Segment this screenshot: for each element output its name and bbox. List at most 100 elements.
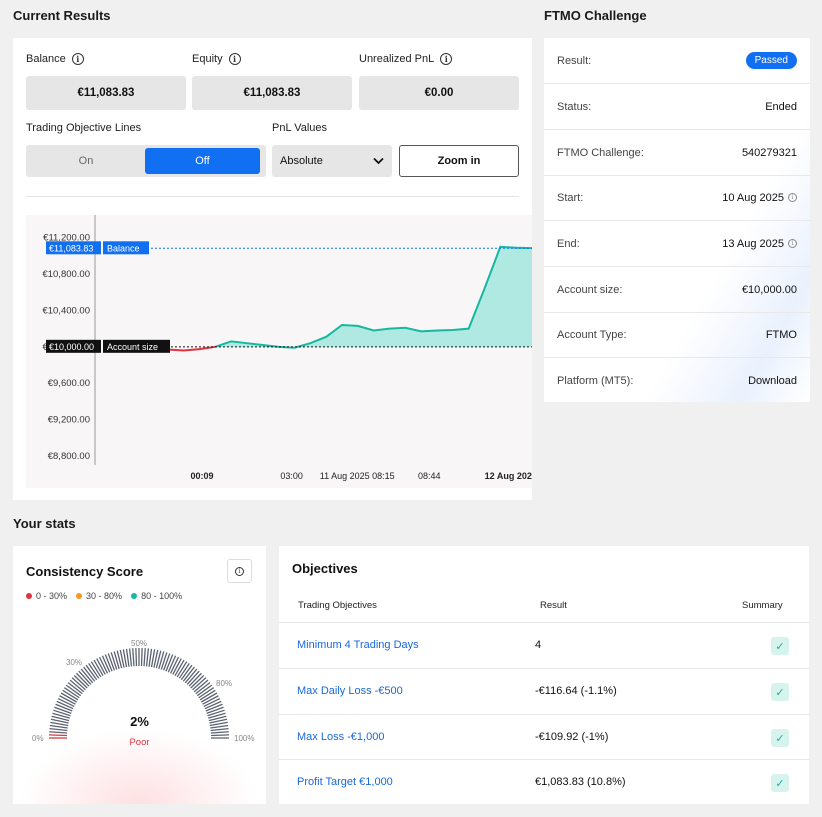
objective-link-max-daily-loss[interactable]: Max Daily Loss -€500 — [297, 685, 403, 697]
current-results-card: Balance i €11,083.83 Equity i €11,083.83… — [13, 38, 532, 500]
x-tick-label: 11 Aug 2025 08:15 — [320, 471, 395, 481]
unrealized-label-group: Unrealized PnL i — [359, 53, 453, 65]
objective-link-max-loss[interactable]: Max Loss -€1,000 — [297, 731, 384, 743]
consistency-card: Consistency Score i 0 - 30% 30 - 80% 80 … — [13, 546, 266, 804]
check-icon: ✓ — [771, 637, 789, 655]
gauge-label-80: 80% — [216, 679, 232, 688]
y-tick-label: €9,600.00 — [48, 378, 90, 389]
x-tick-label: 12 Aug 2025 0 — [485, 471, 532, 481]
gauge-tick — [148, 648, 153, 667]
objective-link-min-days[interactable]: Minimum 4 Trading Days — [297, 639, 419, 651]
gauge-tick — [210, 734, 229, 737]
ftmo-card: Result: Passed Status: Ended FTMO Challe… — [544, 38, 810, 402]
ftmo-row-challenge: FTMO Challenge: 540279321 — [544, 130, 810, 176]
ftmo-row-end: End: 13 Aug 2025 i — [544, 221, 810, 267]
check-icon: ✓ — [771, 729, 789, 747]
balance-label: Balance — [26, 53, 66, 65]
gauge-tick — [145, 648, 150, 667]
check-icon: ✓ — [771, 683, 789, 701]
objective-lines-label: Trading Objective Lines — [26, 122, 142, 134]
chevron-down-icon — [373, 157, 384, 165]
x-tick-label: 08:44 — [418, 471, 441, 481]
account-size-tag-value: €10,000.00 — [49, 342, 94, 352]
objective-result: 4 — [535, 639, 542, 651]
pnl-chart: €11,200.00€10,800.00€10,400.00€10,000.00… — [26, 215, 532, 488]
start-value-group: 10 Aug 2025 i — [722, 192, 797, 204]
status-value: Ended — [765, 100, 797, 113]
orange-dot-icon — [76, 593, 83, 599]
info-icon[interactable]: i — [228, 53, 241, 65]
gauge-tick — [125, 648, 130, 667]
legend-item-mid: 30 - 80% — [76, 591, 122, 601]
account-size-value: €10,000.00 — [741, 283, 797, 296]
y-tick-label: €8,800.00 — [48, 451, 90, 462]
y-tick-label: €9,200.00 — [48, 415, 90, 426]
check-icon: ✓ — [771, 774, 789, 792]
objective-lines-toggle: On Off — [26, 145, 266, 177]
info-icon[interactable]: i — [440, 53, 453, 65]
status-key: Status: — [557, 100, 592, 113]
result-key: Result: — [557, 54, 592, 67]
toggle-off-button[interactable]: Off — [145, 148, 260, 174]
current-results-title: Current Results — [13, 8, 111, 23]
gauge-tick — [49, 731, 68, 734]
end-key: End: — [557, 237, 580, 250]
platform-download-link[interactable]: Download — [748, 375, 797, 387]
pnl-values-selected: Absolute — [280, 155, 323, 167]
gauge-tick — [135, 648, 138, 667]
equity-value: €11,083.83 — [192, 76, 352, 110]
gauge-tick — [132, 648, 135, 667]
unrealized-pnl-label: Unrealized PnL — [359, 53, 435, 65]
x-tick-label: 00:09 — [191, 471, 214, 481]
ftmo-row-account-size: Account size: €10,000.00 — [544, 267, 810, 313]
pnl-values-label: PnL Values — [272, 122, 328, 134]
your-stats-title: Your stats — [13, 516, 76, 531]
consistency-info-button[interactable]: i — [227, 559, 252, 583]
gauge-label-30: 30% — [66, 658, 82, 667]
end-value: 13 Aug 2025 — [722, 237, 784, 250]
ftmo-row-start: Start: 10 Aug 2025 i — [544, 175, 810, 221]
consistency-title: Consistency Score — [26, 564, 144, 579]
balance-value: €11,083.83 — [26, 76, 186, 110]
gauge-tick — [140, 648, 143, 667]
table-row: Max Daily Loss -€500 -€116.64 (-1.1%) ✓ — [279, 668, 809, 714]
legend-item-low: 0 - 30% — [26, 591, 67, 601]
objectives-card: Objectives Trading Objectives Result Sum… — [279, 546, 809, 804]
ftmo-row-result: Result: Passed — [544, 38, 810, 84]
toggle-on-button[interactable]: On — [29, 148, 143, 174]
consistency-score-value: 2% — [130, 714, 149, 729]
account-type-key: Account Type: — [557, 328, 627, 341]
green-dot-icon — [131, 593, 138, 599]
info-icon[interactable]: i — [788, 193, 797, 202]
table-row: Profit Target €1,000 €1,083.83 (10.8%) ✓ — [279, 759, 809, 805]
y-tick-label: €10,800.00 — [42, 269, 90, 280]
equity-label: Equity — [192, 53, 223, 65]
info-icon[interactable]: i — [788, 239, 797, 248]
zoom-in-button[interactable]: Zoom in — [399, 145, 519, 177]
ftmo-row-account-type: Account Type: FTMO — [544, 312, 810, 358]
objective-result: -€116.64 (-1.1%) — [535, 685, 617, 697]
objective-result: €1,083.83 (10.8%) — [535, 776, 626, 788]
consistency-legend: 0 - 30% 30 - 80% 80 - 100% — [26, 591, 182, 601]
pnl-values-select[interactable]: Absolute — [272, 145, 392, 177]
balance-tag-label: Balance — [107, 243, 140, 253]
gauge-tick — [49, 734, 68, 737]
table-row: Minimum 4 Trading Days 4 ✓ — [279, 622, 809, 668]
chart-background — [26, 215, 532, 488]
consistency-rating: Poor — [129, 737, 150, 748]
info-icon: i — [235, 566, 244, 576]
account-size-tag-label: Account size — [107, 342, 158, 352]
divider — [26, 196, 519, 197]
platform-key: Platform (MT5): — [557, 375, 634, 387]
ftmo-row-platform: Platform (MT5): Download — [544, 358, 810, 404]
x-tick-label: 03:00 — [280, 471, 303, 481]
challenge-value: 540279321 — [741, 146, 797, 159]
start-value: 10 Aug 2025 — [722, 191, 784, 204]
red-dot-icon — [26, 593, 32, 599]
gauge-tick — [110, 652, 118, 670]
objectives-header-result: Result — [540, 600, 567, 611]
ftmo-challenge-title: FTMO Challenge — [544, 8, 647, 23]
info-icon[interactable]: i — [71, 53, 84, 65]
equity-label-group: Equity i — [192, 53, 241, 65]
objective-link-profit-target[interactable]: Profit Target €1,000 — [297, 776, 393, 788]
